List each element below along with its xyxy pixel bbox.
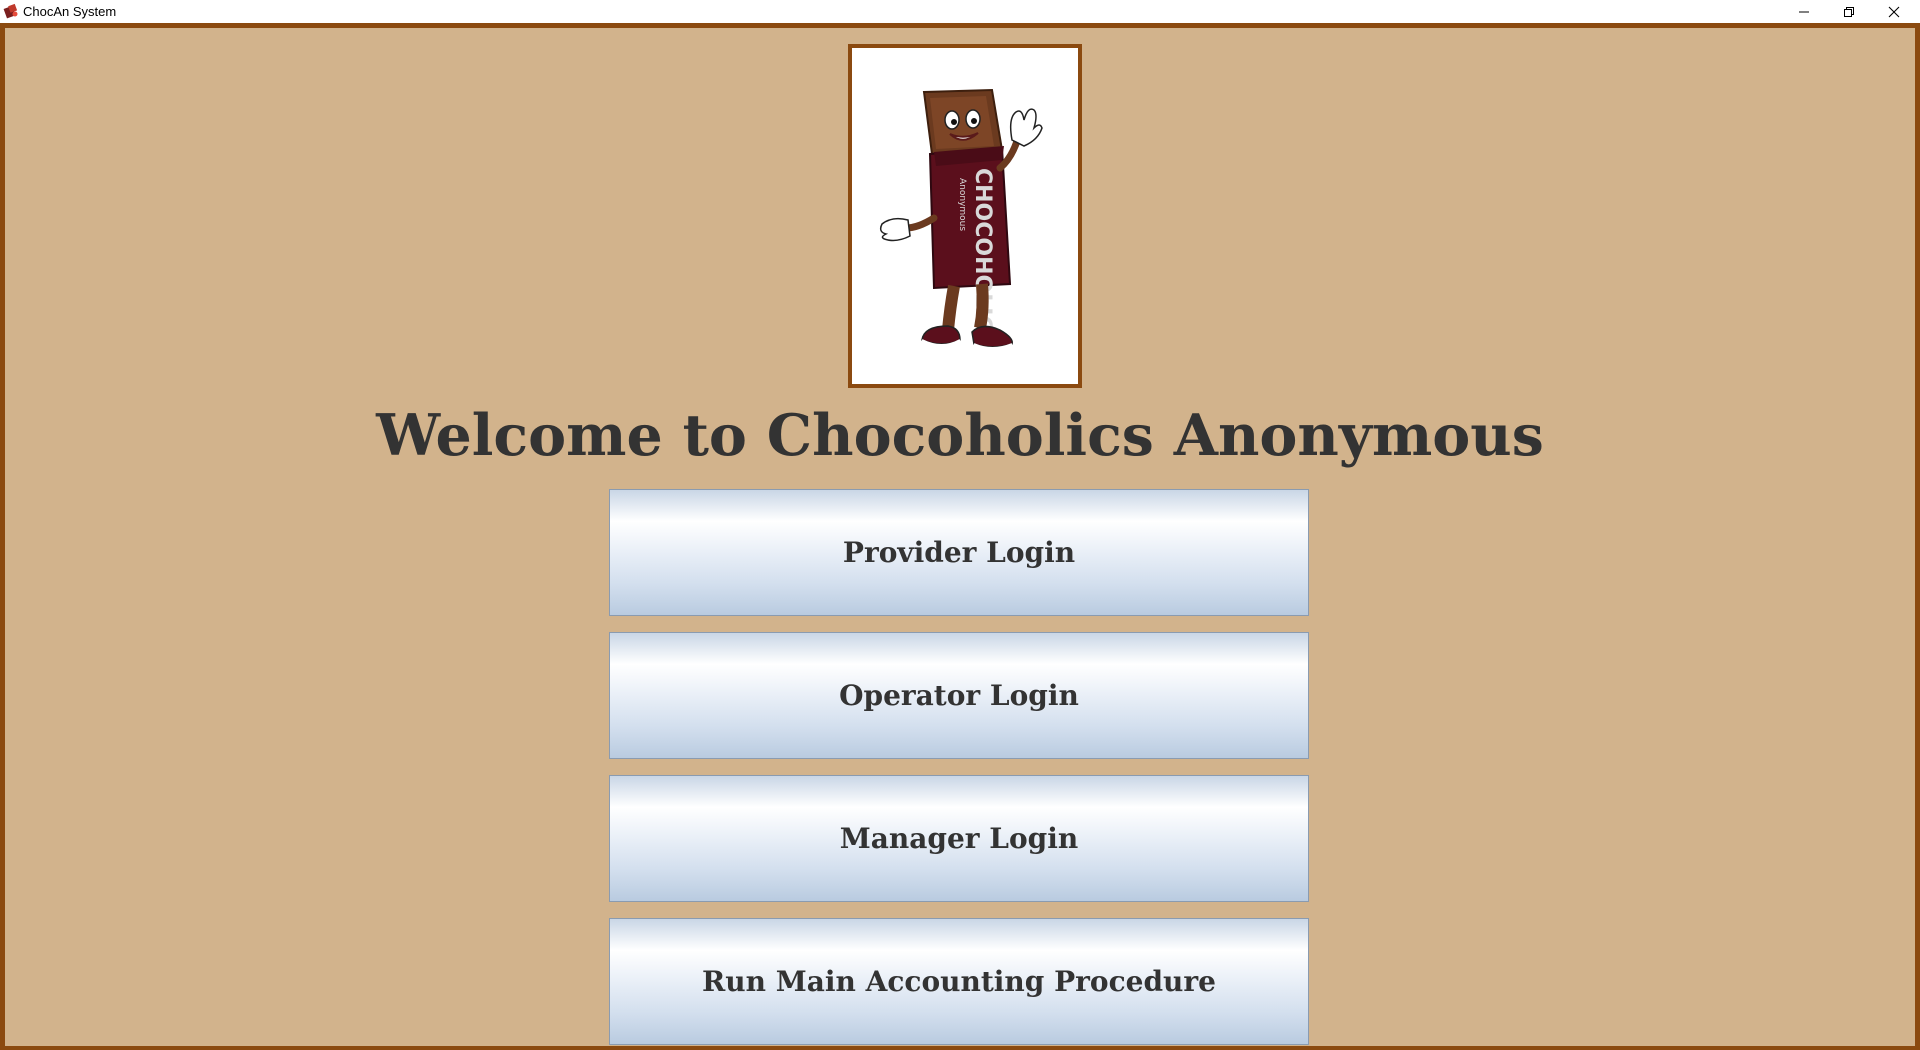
window-title: ChocAn System <box>23 4 117 19</box>
main-window: CHOCOHOLICS Anonymous Welcome to Chocoho… <box>0 23 1920 1050</box>
wrapper-subtext: Anonymous <box>957 178 967 231</box>
run-accounting-button[interactable]: Run Main Accounting Procedure <box>609 918 1309 1045</box>
window-titlebar[interactable]: ChocAn System <box>0 0 1920 23</box>
welcome-heading: Welcome to Chocoholics Anonymous <box>376 402 1544 469</box>
close-icon[interactable] <box>1872 0 1916 23</box>
provider-login-button[interactable]: Provider Login <box>609 489 1309 616</box>
chocolate-bar-mascot-icon: CHOCOHOLICS Anonymous <box>879 88 1043 349</box>
restore-icon[interactable] <box>1827 0 1871 23</box>
minimize-icon[interactable] <box>1782 0 1826 23</box>
mascot-logo: CHOCOHOLICS Anonymous <box>848 44 1082 388</box>
app-icon <box>3 3 19 19</box>
operator-login-button[interactable]: Operator Login <box>609 632 1309 759</box>
manager-login-button[interactable]: Manager Login <box>609 775 1309 902</box>
